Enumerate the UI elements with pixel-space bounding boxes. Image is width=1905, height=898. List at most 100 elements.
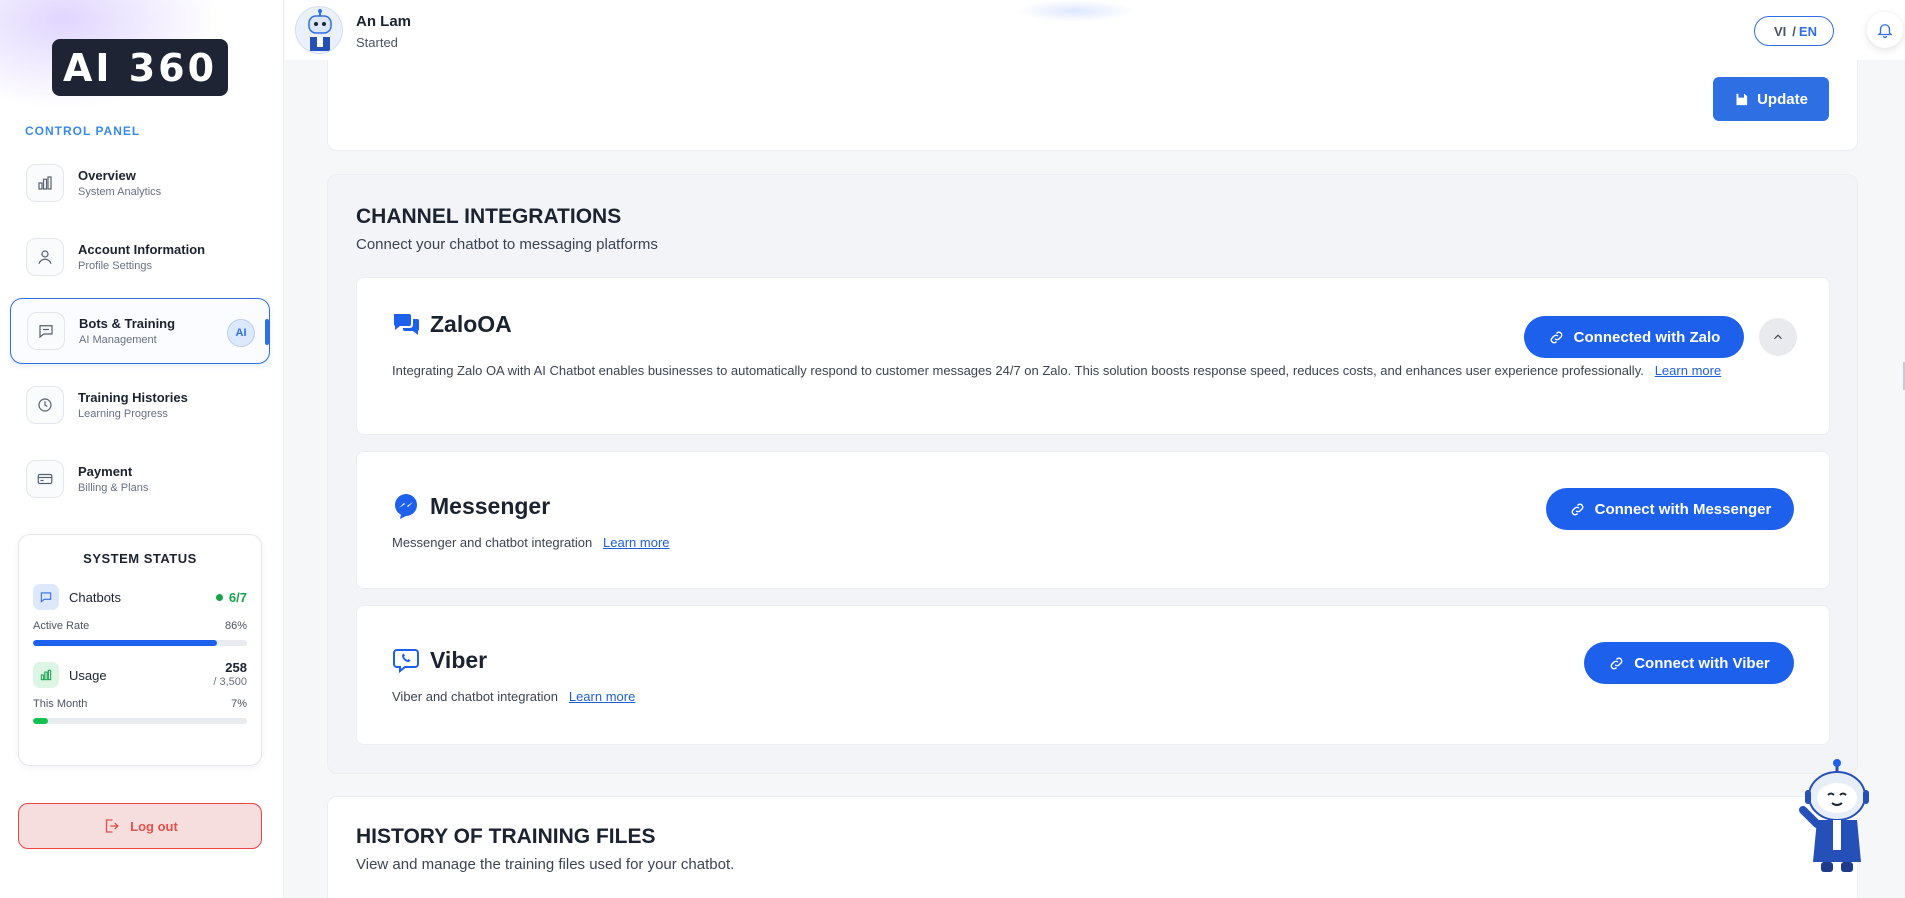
learn-more-link[interactable]: Learn more bbox=[569, 689, 635, 704]
chatbots-status-row: Chatbots 6/7 bbox=[33, 584, 247, 610]
header-glow bbox=[1015, 0, 1135, 22]
user-name: An Lam bbox=[356, 13, 412, 30]
active-rate-value: 86% bbox=[224, 620, 247, 632]
logout-button[interactable]: Log out bbox=[18, 803, 262, 849]
chatbots-count: 6/7 bbox=[228, 589, 247, 605]
active-rate-bar bbox=[33, 640, 247, 646]
sidebar-item-subtitle: AI Management bbox=[79, 334, 157, 346]
learn-more-link[interactable]: Learn more bbox=[1655, 363, 1721, 378]
channel-name: ZaloOA bbox=[430, 310, 512, 337]
channel-description: Messenger and chatbot integration Learn … bbox=[392, 534, 670, 552]
update-button[interactable]: Update bbox=[1713, 77, 1829, 121]
channel-description: Integrating Zalo OA with AI Chatbot enab… bbox=[392, 362, 1802, 380]
top-header: An Lam Started VI / EN bbox=[285, 0, 1905, 60]
channel-card-messenger: Messenger Connect with Messenger Messeng… bbox=[356, 451, 1830, 589]
avatar[interactable] bbox=[295, 6, 343, 54]
language-switch[interactable]: VI / EN bbox=[1754, 16, 1834, 46]
ai-badge: AI bbox=[227, 319, 255, 347]
system-status-card: SYSTEM STATUS Chatbots 6/7 Active Rate 8… bbox=[18, 534, 262, 766]
sidebar-item-subtitle: Billing & Plans bbox=[78, 482, 149, 494]
section-title: HISTORY OF TRAINING FILES bbox=[356, 825, 656, 848]
channel-integrations-section: CHANNEL INTEGRATIONS Connect your chatbo… bbox=[327, 174, 1858, 774]
usage-fill bbox=[33, 718, 48, 724]
sidebar-item-title: Payment bbox=[78, 464, 133, 479]
save-icon bbox=[1736, 93, 1748, 105]
user-icon bbox=[26, 238, 64, 276]
channel-name: Messenger bbox=[430, 492, 551, 519]
chatbots-label: Chatbots bbox=[69, 589, 122, 605]
bar-chart-icon bbox=[33, 662, 59, 688]
card-icon bbox=[26, 460, 64, 498]
robot-icon bbox=[308, 9, 332, 51]
clock-icon bbox=[26, 386, 64, 424]
robot-icon bbox=[1799, 759, 1869, 872]
bar-chart-icon bbox=[26, 164, 64, 202]
channel-card-zalo: ZaloOA Connected with Zalo Integrating Z… bbox=[356, 277, 1830, 435]
bell-icon bbox=[1877, 24, 1893, 39]
connect-messenger-button[interactable]: Connect with Messenger bbox=[1546, 488, 1794, 530]
usage-limit: / 3,500 bbox=[213, 676, 247, 688]
bot-settings-card: Update bbox=[327, 60, 1858, 151]
messenger-icon bbox=[395, 494, 417, 519]
section-subtitle: View and manage the training files used … bbox=[356, 856, 735, 873]
section-subtitle: Connect your chatbot to messaging platfo… bbox=[356, 236, 658, 253]
channel-card-viber: Viber Connect with Viber Viber and chatb… bbox=[356, 605, 1830, 745]
button-label: Connect with Viber bbox=[1634, 654, 1770, 672]
chat-icon bbox=[33, 584, 59, 610]
lang-en[interactable]: EN bbox=[1799, 24, 1817, 39]
sidebar-item-overview[interactable]: Overview System Analytics bbox=[10, 150, 270, 216]
sidebar-item-subtitle: Profile Settings bbox=[78, 260, 152, 272]
active-rate-label: Active Rate bbox=[33, 620, 90, 632]
description-text: Integrating Zalo OA with AI Chatbot enab… bbox=[392, 363, 1644, 378]
active-rate-fill bbox=[33, 640, 218, 646]
logo[interactable]: AI 360 bbox=[52, 39, 228, 96]
training-history-section: HISTORY OF TRAINING FILES View and manag… bbox=[327, 796, 1858, 898]
update-label: Update bbox=[1757, 90, 1808, 108]
usage-status-row: Usage 258/ 3,500 bbox=[33, 660, 247, 690]
assistant-bot-button[interactable] bbox=[1797, 758, 1873, 876]
sidebar-item-subtitle: Learning Progress bbox=[78, 408, 168, 420]
collapse-button[interactable] bbox=[1759, 318, 1797, 356]
active-indicator bbox=[265, 319, 269, 345]
section-title: CHANNEL INTEGRATIONS bbox=[356, 205, 622, 228]
usage-value: 258/ 3,500 bbox=[213, 660, 247, 690]
sidebar-item-payment[interactable]: Payment Billing & Plans bbox=[10, 446, 270, 512]
description-text: Viber and chatbot integration bbox=[392, 689, 558, 704]
sidebar-nav: Overview System Analytics Account Inform… bbox=[10, 150, 270, 520]
usage-bar bbox=[33, 718, 247, 724]
logout-icon bbox=[105, 819, 119, 833]
usage-count: 258 bbox=[225, 660, 247, 675]
chat-bubbles-icon bbox=[393, 314, 420, 335]
sidebar-item-training-histories[interactable]: Training Histories Learning Progress bbox=[10, 372, 270, 438]
sidebar-item-title: Overview bbox=[78, 168, 136, 183]
link-icon bbox=[1550, 331, 1563, 343]
sidebar-item-subtitle: System Analytics bbox=[78, 186, 162, 198]
chat-icon bbox=[27, 312, 65, 350]
system-status-title: SYSTEM STATUS bbox=[83, 551, 197, 566]
user-status: Started bbox=[356, 35, 398, 50]
usage-period-row: This Month 7% bbox=[33, 698, 247, 710]
connect-viber-button[interactable]: Connect with Viber bbox=[1584, 642, 1794, 684]
lang-vi[interactable]: VI bbox=[1774, 24, 1786, 39]
control-panel-label: CONTROL PANEL bbox=[25, 124, 141, 138]
logout-label: Log out bbox=[130, 818, 178, 834]
lang-separator: / bbox=[1792, 23, 1796, 39]
online-dot bbox=[215, 593, 223, 601]
usage-period-label: This Month bbox=[33, 698, 88, 710]
learn-more-link[interactable]: Learn more bbox=[603, 535, 669, 550]
sidebar: AI 360 CONTROL PANEL Overview System Ana… bbox=[0, 0, 284, 898]
description-text: Messenger and chatbot integration bbox=[392, 535, 593, 550]
channel-header: ZaloOA bbox=[392, 310, 512, 338]
active-rate-row: Active Rate 86% bbox=[33, 620, 247, 632]
notification-button[interactable] bbox=[1867, 12, 1903, 48]
connected-zalo-button[interactable]: Connected with Zalo bbox=[1524, 316, 1744, 358]
sidebar-item-title: Training Histories bbox=[78, 390, 188, 405]
sidebar-item-account[interactable]: Account Information Profile Settings bbox=[10, 224, 270, 290]
viber-icon bbox=[393, 649, 419, 674]
sidebar-item-bots-training[interactable]: Bots & Training AI Management AI bbox=[10, 298, 270, 364]
channel-name: Viber bbox=[430, 646, 488, 673]
sidebar-item-title: Account Information bbox=[78, 242, 206, 257]
button-label: Connect with Messenger bbox=[1594, 500, 1772, 518]
link-icon bbox=[1610, 657, 1623, 669]
chatbots-value: 6/7 bbox=[215, 589, 247, 605]
